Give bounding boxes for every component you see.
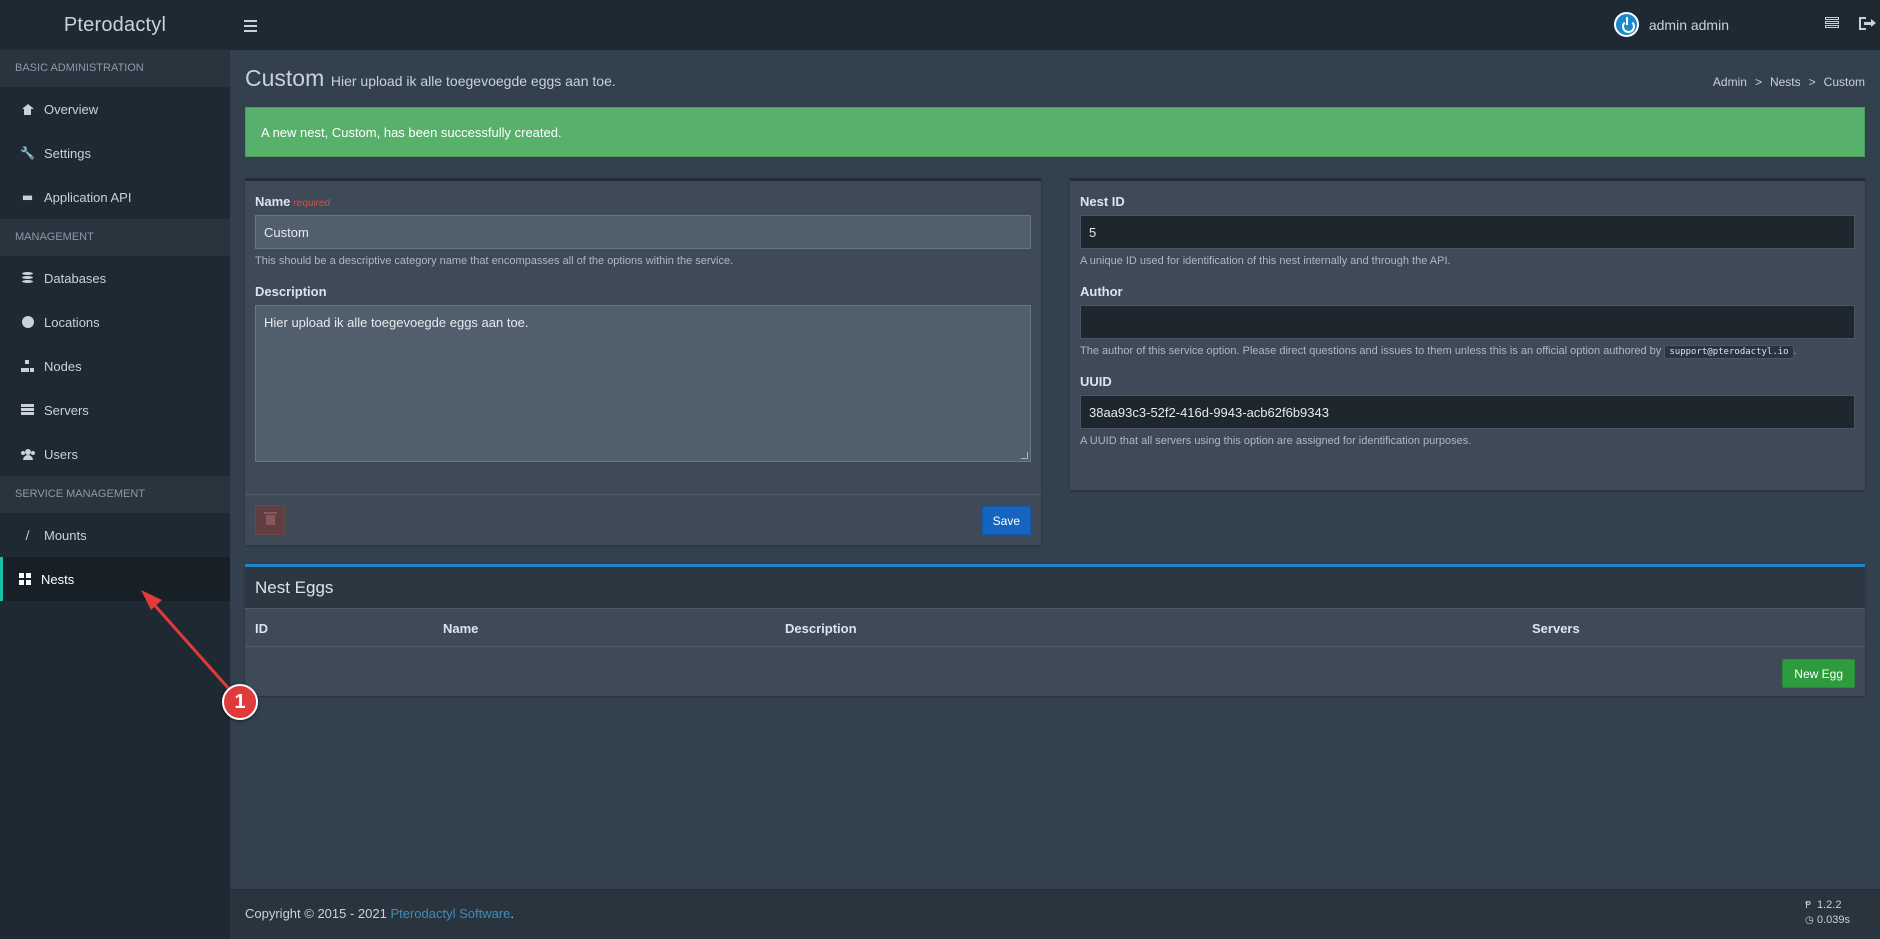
description-group: Description Hier upload ik alle toegevoe… [245, 284, 1041, 462]
sidebar-item-databases[interactable]: Databases [0, 256, 230, 300]
trash-icon [263, 512, 277, 525]
sidebar-item-settings[interactable]: 🔧 Settings [0, 131, 230, 175]
name-label: Name required [255, 194, 331, 209]
description-label: Description [255, 284, 327, 299]
page-header: Custom Hier upload ik alle toegevoegde e… [245, 65, 1865, 99]
sidebar-item-label: Mounts [44, 527, 87, 543]
author-field[interactable] [1080, 305, 1855, 339]
sidebar-item-nests[interactable]: Nests [0, 557, 230, 601]
sidebar-item-label: Overview [44, 101, 99, 117]
version-info: Ᵽ 1.2.2 ◷ 0.039s [1805, 898, 1850, 928]
sidebar: BASIC ADMINISTRATION Overview 🔧 Settings… [0, 50, 230, 939]
server-list-icon[interactable] [1825, 17, 1839, 29]
sidebar-item-application-api[interactable]: ▬ Application API [0, 175, 230, 219]
breadcrumb-current: Custom [1823, 75, 1865, 89]
brand-logo[interactable]: Pterodactyl [0, 0, 230, 50]
success-alert: A new nest, Custom, has been successfull… [245, 107, 1865, 157]
sidebar-section-management: MANAGEMENT [0, 219, 230, 256]
logout-icon[interactable] [1859, 17, 1876, 30]
sidebar-item-locations[interactable]: Locations [0, 300, 230, 344]
home-icon [21, 103, 34, 116]
breadcrumb: Admin > Nests > Custom [1712, 75, 1865, 89]
sidebar-item-mounts[interactable]: ∕ Mounts [0, 513, 230, 557]
nest-id-field[interactable]: 5 [1080, 215, 1855, 249]
breadcrumb-nests[interactable]: Nests [1770, 75, 1801, 89]
sidebar-section-basic: BASIC ADMINISTRATION [0, 50, 230, 87]
save-button[interactable]: Save [981, 506, 1031, 535]
sidebar-item-label: Servers [44, 402, 89, 418]
sidebar-item-label: Application API [44, 189, 132, 205]
pterodactyl-icon: Ᵽ [1804, 900, 1811, 911]
column-servers: Servers [1532, 621, 1580, 636]
breadcrumb-admin[interactable]: Admin [1713, 75, 1747, 89]
nest-info-box: Nest ID 5 A unique ID used for identific… [1070, 178, 1865, 490]
page-subtitle: Hier upload ik alle toegevoegde eggs aan… [330, 73, 616, 89]
nest-id-label: Nest ID [1080, 194, 1125, 209]
column-description: Description [785, 621, 857, 636]
delete-button[interactable] [255, 505, 285, 535]
sidebar-item-label: Settings [44, 145, 91, 161]
user-name[interactable]: admin admin [1649, 17, 1729, 33]
name-input[interactable]: Custom [255, 215, 1031, 249]
sidebar-item-label: Locations [44, 314, 100, 330]
server-icon [21, 404, 34, 417]
name-help: This should be a descriptive category na… [255, 255, 734, 267]
nest-eggs-title: Nest Eggs [245, 567, 1865, 609]
author-label: Author [1080, 284, 1123, 299]
required-tag: required [293, 198, 331, 209]
wrench-icon: 🔧 [20, 146, 35, 160]
support-email: support@pterodactyl.io [1664, 345, 1794, 359]
sidebar-item-users[interactable]: Users [0, 432, 230, 476]
nest-id-help: A unique ID used for identification of t… [1080, 255, 1451, 267]
sidebar-section-service-management: SERVICE MANAGEMENT [0, 476, 230, 513]
page-footer: Copyright © 2015 - 2021 Pterodactyl Soft… [230, 889, 1880, 939]
nest-id-group: Nest ID 5 A unique ID used for identific… [1070, 194, 1865, 267]
author-group: Author The author of this service option… [1070, 284, 1865, 359]
uuid-help: A UUID that all servers using this optio… [1080, 435, 1472, 447]
new-egg-button[interactable]: New Egg [1782, 659, 1855, 688]
author-help: The author of this service option. Pleas… [1080, 345, 1797, 359]
name-group: Name required Custom This should be a des… [245, 194, 1041, 267]
gamepad-icon: ▬ [21, 190, 34, 204]
sidebar-item-label: Databases [44, 270, 107, 286]
avatar[interactable] [1613, 12, 1639, 37]
sidebar-item-label: Nodes [44, 358, 82, 374]
globe-icon [21, 316, 34, 329]
render-time: 0.039s [1816, 914, 1850, 926]
version-number: 1.2.2 [1816, 899, 1842, 911]
uuid-label: UUID [1080, 374, 1112, 389]
description-textarea[interactable]: Hier upload ik alle toegevoegde eggs aan… [255, 305, 1031, 462]
sidebar-toggle-icon[interactable] [241, 16, 261, 34]
eggs-table-header: ID Name Description Servers [245, 609, 1865, 647]
database-icon [21, 271, 34, 285]
column-name: Name [443, 621, 479, 636]
pterodactyl-link[interactable]: Pterodactyl Software [390, 906, 510, 921]
uuid-field[interactable]: 38aa93c3-52f2-416d-9943-acb62f6b9343 [1080, 395, 1855, 429]
clock-icon: ◷ [1804, 915, 1814, 926]
annotation-badge: 1 [222, 684, 258, 720]
sidebar-item-label: Users [44, 446, 78, 462]
sidebar-item-nodes[interactable]: Nodes [0, 344, 230, 388]
nest-eggs-box: Nest Eggs ID Name Description Servers Ne… [245, 564, 1865, 696]
page-title: Custom [245, 65, 325, 91]
sidebar-item-label: Nests [41, 571, 75, 587]
uuid-group: UUID 38aa93c3-52f2-416d-9943-acb62f6b934… [1070, 374, 1865, 447]
sidebar-item-servers[interactable]: Servers [0, 388, 230, 432]
user-menu[interactable]: admin admin [1613, 12, 1729, 37]
form-footer: Save [245, 494, 1041, 545]
sitemap-icon [21, 360, 34, 373]
nest-edit-box: Name required Custom This should be a des… [245, 178, 1041, 545]
magic-wand-icon: ∕ [25, 528, 30, 542]
column-id: ID [255, 621, 268, 636]
top-navbar: Pterodactyl admin admin [0, 0, 1880, 50]
sidebar-item-overview[interactable]: Overview [0, 87, 230, 131]
users-icon [21, 448, 35, 461]
grid-icon [18, 573, 31, 586]
copyright: Copyright © 2015 - 2021 Pterodactyl Soft… [245, 906, 515, 921]
